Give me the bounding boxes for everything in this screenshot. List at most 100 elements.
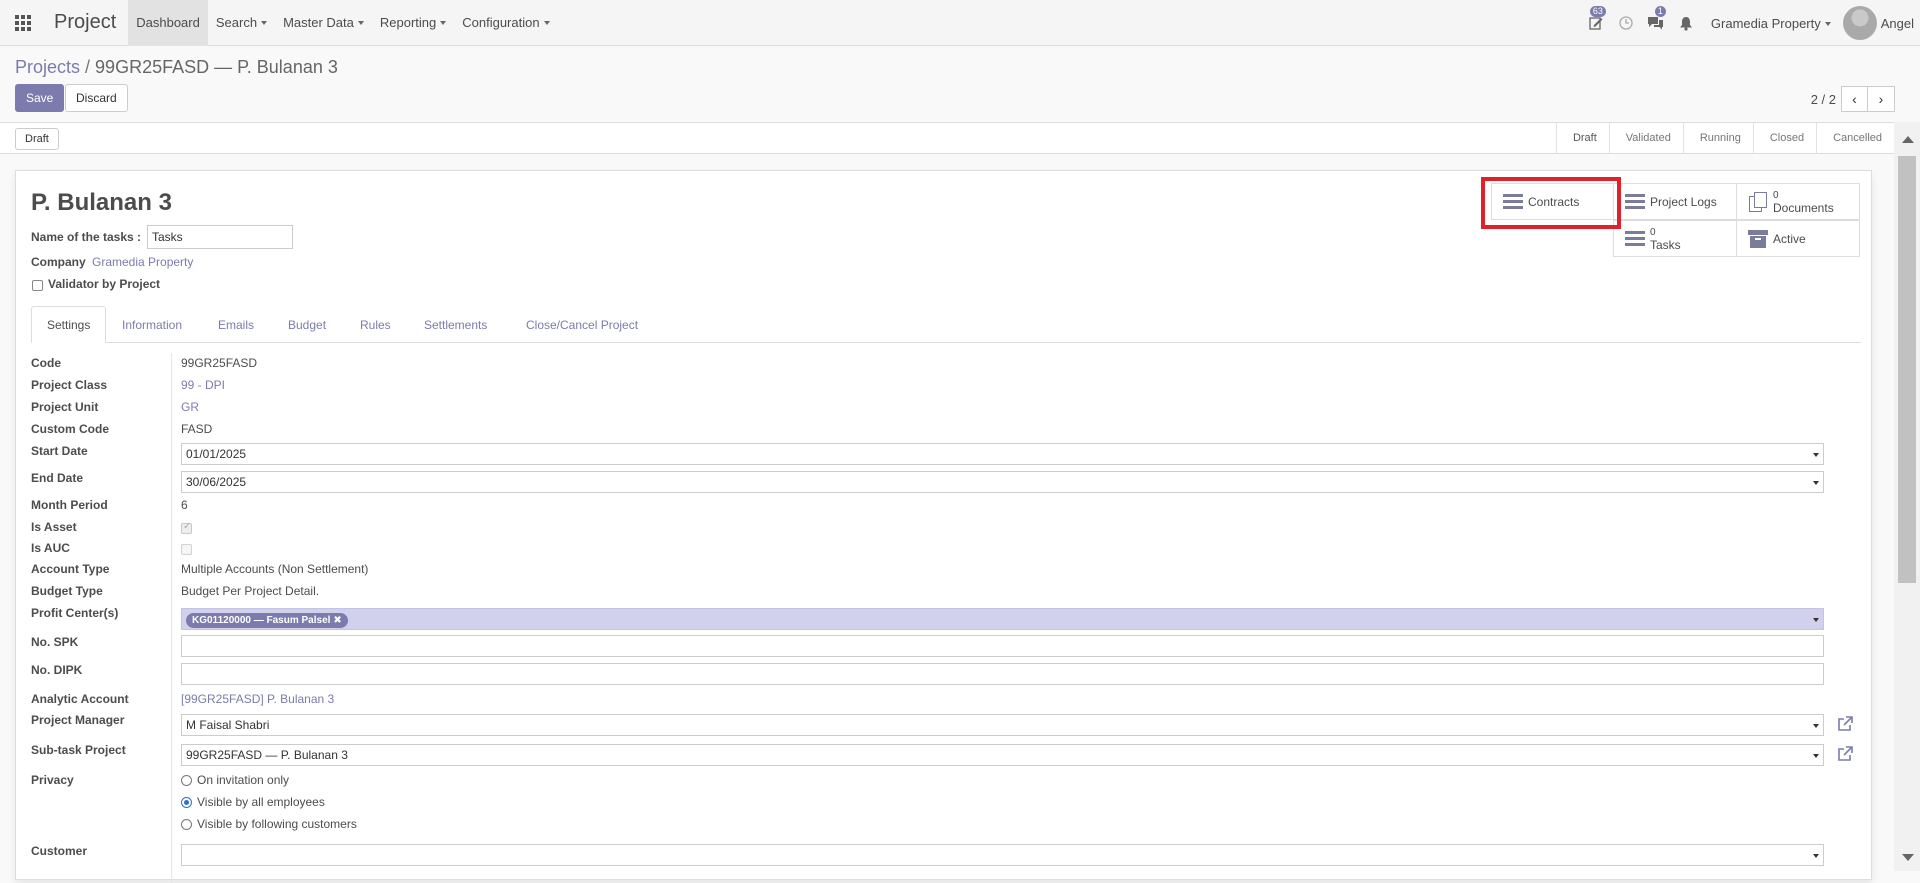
menu-configuration[interactable]: Configuration: [454, 0, 557, 46]
dropdown-icon: [1813, 618, 1819, 622]
privacy-option-employees[interactable]: Visible by all employees: [197, 795, 325, 809]
customer-label: Customer: [31, 844, 88, 858]
messages-icon[interactable]: 1: [1641, 0, 1671, 46]
customer-field[interactable]: [181, 844, 1824, 866]
tasks-name-input[interactable]: [147, 225, 293, 249]
project-unit-value[interactable]: GR: [181, 400, 199, 414]
messages-badge: 1: [1654, 6, 1666, 17]
activity-edit-icon[interactable]: 63: [1581, 0, 1611, 46]
profit-center-tag-label: KG01120000 — Fasum Palsel: [192, 615, 331, 626]
pager-previous-button[interactable]: ‹: [1841, 86, 1868, 112]
menu-reporting[interactable]: Reporting: [372, 0, 454, 46]
tasks-icon: [1625, 231, 1645, 246]
profit-center-tag[interactable]: KG01120000 — Fasum Palsel ✖: [186, 613, 348, 628]
tab-close-cancel-project[interactable]: Close/Cancel Project: [511, 306, 653, 343]
discard-button[interactable]: Discard: [65, 84, 128, 112]
project-class-value[interactable]: 99 - DPI: [181, 378, 225, 392]
app-brand: Project: [54, 11, 117, 33]
pager-next-button[interactable]: ›: [1868, 86, 1895, 112]
is-auc-label: Is AUC: [31, 541, 70, 555]
dropdown-icon: [1813, 854, 1819, 858]
apps-menu-icon[interactable]: [0, 0, 46, 46]
privacy-radio-invitation[interactable]: [181, 775, 192, 786]
avatar: [1842, 6, 1877, 40]
tab-budget[interactable]: Budget: [273, 306, 341, 343]
start-date-field[interactable]: 01/01/2025: [181, 443, 1824, 465]
subtask-project-field[interactable]: 99GR25FASD — P. Bulanan 3: [181, 744, 1824, 766]
tab-settings[interactable]: Settings: [31, 306, 107, 343]
project-unit-label: Project Unit: [31, 400, 99, 414]
save-button[interactable]: Save: [15, 84, 65, 112]
pager-value: 2 / 2: [1810, 91, 1836, 107]
breadcrumb-current: 99GR25FASD — P. Bulanan 3: [95, 57, 338, 77]
draft-button[interactable]: Draft: [15, 128, 59, 150]
start-date-label: Start Date: [31, 444, 88, 458]
privacy-radio-employees[interactable]: [181, 797, 192, 808]
main-menu: Dashboard Search Master Data Reporting C…: [128, 0, 557, 46]
statusbar: Draft Draft Validated Running Closed Can…: [0, 122, 1894, 154]
page-scrollbar[interactable]: [1894, 122, 1920, 871]
caret-down-icon: [261, 20, 268, 25]
project-class-label: Project Class: [31, 378, 108, 392]
budget-type-label: Budget Type: [31, 584, 103, 598]
remove-tag-icon[interactable]: ✖: [333, 615, 341, 626]
top-navbar: Project Dashboard Search Master Data Rep…: [0, 0, 1920, 46]
analytic-account-label: Analytic Account: [31, 692, 129, 706]
tasks-name-label: Name of the tasks :: [31, 230, 142, 244]
project-logs-label: Project Logs: [1650, 194, 1717, 209]
account-type-label: Account Type: [31, 562, 110, 576]
end-date-field[interactable]: 30/06/2025: [181, 471, 1824, 493]
analytic-account-value[interactable]: [99GR25FASD] P. Bulanan 3: [181, 692, 334, 706]
menu-dashboard[interactable]: Dashboard: [128, 0, 208, 46]
validator-checkbox[interactable]: [32, 280, 43, 291]
clock-icon[interactable]: [1611, 0, 1641, 46]
privacy-option-invitation[interactable]: On invitation only: [197, 773, 289, 787]
stage-draft[interactable]: Draft: [1555, 123, 1609, 153]
label-column-separator: [171, 353, 172, 883]
bell-icon[interactable]: [1671, 0, 1701, 46]
breadcrumb-projects-link[interactable]: Projects: [15, 57, 80, 77]
project-logs-button[interactable]: Project Logs: [1613, 183, 1737, 220]
tab-information[interactable]: Information: [107, 306, 197, 343]
documents-button[interactable]: 0 Documents: [1736, 183, 1860, 220]
profit-center-field[interactable]: KG01120000 — Fasum Palsel ✖: [181, 608, 1824, 630]
stage-cancelled[interactable]: Cancelled: [1816, 123, 1894, 153]
navbar-right: 63 1 Gramedia Property Angel: [1581, 0, 1920, 46]
is-asset-label: Is Asset: [31, 520, 77, 534]
activity-badge: 63: [1589, 6, 1606, 17]
scroll-down-arrow-icon[interactable]: [1902, 854, 1914, 861]
tasks-button[interactable]: 0 Tasks: [1613, 220, 1737, 257]
tab-rules[interactable]: Rules: [345, 306, 406, 343]
end-date-value: 30/06/2025: [186, 475, 247, 489]
external-link-icon[interactable]: [1836, 715, 1854, 733]
subtask-project-label: Sub-task Project: [31, 743, 126, 757]
privacy-option-customers[interactable]: Visible by following customers: [197, 817, 357, 831]
no-dipk-input[interactable]: [181, 663, 1824, 685]
menu-master-data[interactable]: Master Data: [275, 0, 372, 46]
tab-emails[interactable]: Emails: [203, 306, 269, 343]
start-date-value: 01/01/2025: [186, 447, 247, 461]
month-period-value: 6: [181, 498, 188, 512]
privacy-radio-customers[interactable]: [181, 819, 192, 830]
no-spk-label: No. SPK: [31, 635, 79, 649]
tab-settlements[interactable]: Settlements: [409, 306, 502, 343]
user-menu[interactable]: Angel: [1842, 6, 1920, 40]
caret-down-icon: [440, 20, 447, 25]
budget-type-value: Budget Per Project Detail.: [181, 584, 320, 598]
no-dipk-label: No. DIPK: [31, 663, 83, 677]
caret-down-icon: [543, 20, 550, 25]
stage-running[interactable]: Running: [1682, 123, 1753, 153]
list-icon: [1625, 194, 1645, 209]
no-spk-input[interactable]: [181, 635, 1824, 657]
dropdown-icon: [1813, 453, 1819, 457]
scroll-thumb[interactable]: [1898, 156, 1916, 583]
external-link-icon[interactable]: [1836, 745, 1854, 763]
company-value[interactable]: Gramedia Property: [92, 255, 193, 269]
menu-search[interactable]: Search: [208, 0, 275, 46]
stage-closed[interactable]: Closed: [1752, 123, 1816, 153]
stage-validated[interactable]: Validated: [1608, 123, 1683, 153]
scroll-up-arrow-icon[interactable]: [1902, 136, 1914, 143]
active-toggle-button[interactable]: Active: [1736, 220, 1860, 257]
company-switcher[interactable]: Gramedia Property: [1701, 16, 1843, 31]
project-manager-field[interactable]: M Faisal Shabri: [181, 714, 1824, 736]
